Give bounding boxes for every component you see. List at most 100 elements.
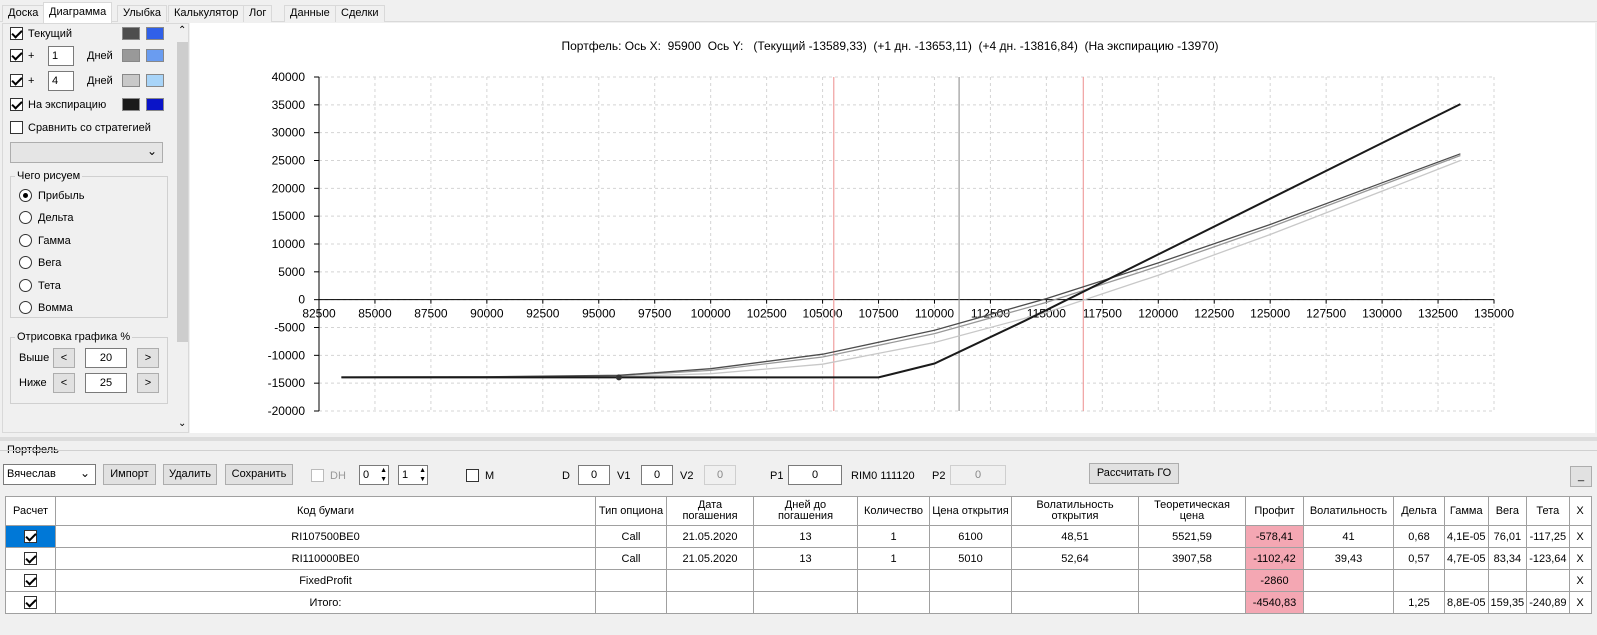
col-header-delta[interactable]: Дельта: [1393, 496, 1445, 526]
table-row[interactable]: RI107500BE0 Call 21.05.2020 13 1 6100 48,51 552…: [5, 525, 1592, 548]
col-header-theo-price[interactable]: Теоретическая цена: [1138, 496, 1246, 526]
series-plus1-color-1[interactable]: [122, 49, 140, 62]
col-header-date[interactable]: Дата погашения: [666, 496, 754, 526]
dh-checkbox[interactable]: [311, 469, 324, 482]
p2-input[interactable]: 0: [950, 465, 1006, 485]
cell-type: Call: [595, 547, 667, 570]
tab-diagram[interactable]: Диаграмма: [43, 2, 113, 23]
radio-theta[interactable]: [19, 279, 32, 292]
series-expiration-color-1[interactable]: [122, 98, 140, 111]
col-header-code[interactable]: Код бумаги: [55, 496, 596, 526]
tab-deals[interactable]: Сделки: [335, 5, 385, 22]
cell-calc[interactable]: [5, 547, 56, 570]
col-header-theta[interactable]: Тета: [1526, 496, 1570, 526]
col-header-calc[interactable]: Расчет: [5, 496, 56, 526]
radio-theta-label: Тета: [38, 280, 61, 292]
left-panel-scrollbar[interactable]: ⌃ ⌄: [175, 24, 188, 432]
calc-checkbox[interactable]: [24, 596, 37, 609]
cell-x[interactable]: X: [1568, 547, 1592, 570]
scroll-down-icon[interactable]: ⌄: [178, 418, 186, 429]
spin-arrows-icon[interactable]: ▲ ▼: [419, 466, 426, 484]
cell-calc[interactable]: [5, 569, 56, 592]
col-header-vega[interactable]: Вега: [1487, 496, 1528, 526]
series-plus4-days-input[interactable]: 4: [48, 71, 74, 91]
cell-x[interactable]: X: [1568, 525, 1592, 548]
y-tick-label: 20000: [272, 181, 306, 195]
compare-strategy-checkbox[interactable]: [10, 121, 23, 134]
below-value-input[interactable]: 25: [85, 373, 127, 393]
table-row[interactable]: Итого: -4540,83 1,25 8,8E-05 159,35 -240,89 X: [5, 591, 1592, 614]
series-expiration-color-2[interactable]: [146, 98, 164, 111]
radio-vomma[interactable]: [19, 301, 32, 314]
delete-button[interactable]: Удалить: [163, 464, 217, 485]
m-checkbox[interactable]: [466, 469, 479, 482]
d-input[interactable]: 0: [578, 465, 610, 485]
series-plus4-color-1[interactable]: [122, 74, 140, 87]
scrollbar-thumb[interactable]: [177, 42, 188, 342]
dh-spin-1[interactable]: 0 ▲ ▼: [359, 465, 389, 485]
series-current-checkbox[interactable]: [10, 27, 23, 40]
v1-input[interactable]: 0: [641, 465, 673, 485]
below-decrease-button[interactable]: <: [53, 373, 75, 393]
above-value-input[interactable]: 20: [85, 348, 127, 368]
radio-gamma-label: Гамма: [38, 235, 71, 247]
dh-spin-2[interactable]: 1 ▲ ▼: [398, 465, 428, 485]
tab-board[interactable]: Доска: [2, 5, 45, 22]
col-header-gamma[interactable]: Гамма: [1444, 496, 1489, 526]
col-header-days[interactable]: Дней до погашения: [753, 496, 858, 526]
strategy-dropdown[interactable]: ⌄: [10, 142, 163, 163]
tab-data[interactable]: Данные: [284, 5, 336, 22]
radio-profit[interactable]: [19, 189, 32, 202]
col-header-open-vol[interactable]: Волатильность открытия: [1011, 496, 1139, 526]
minimize-button[interactable]: _: [1570, 466, 1592, 487]
tab-log[interactable]: Лог: [243, 5, 273, 22]
series-current-color-2[interactable]: [146, 27, 164, 40]
radio-gamma[interactable]: [19, 234, 32, 247]
series-plus4-color-2[interactable]: [146, 74, 164, 87]
col-header-qty[interactable]: Количество: [857, 496, 930, 526]
x-tick-label: 115000: [1027, 307, 1066, 321]
series-plus1-color-2[interactable]: [146, 49, 164, 62]
col-header-vol[interactable]: Волатильность: [1303, 496, 1394, 526]
v2-input[interactable]: 0: [704, 465, 736, 485]
tab-smile[interactable]: Улыбка: [117, 5, 168, 22]
series-expiration-checkbox[interactable]: [10, 98, 23, 111]
cell-x[interactable]: X: [1568, 569, 1592, 592]
table-row[interactable]: RI110000BE0 Call 21.05.2020 13 1 5010 52,64 390…: [5, 547, 1592, 570]
cell-date: [666, 591, 754, 614]
above-decrease-button[interactable]: <: [53, 348, 75, 368]
calc-margin-button[interactable]: Рассчитать ГО: [1089, 463, 1179, 484]
above-increase-button[interactable]: >: [137, 348, 159, 368]
series-plus1-checkbox[interactable]: [10, 49, 23, 62]
radio-vega[interactable]: [19, 256, 32, 269]
series-plus4-checkbox[interactable]: [10, 74, 23, 87]
col-header-open-price[interactable]: Цена открытия: [929, 496, 1012, 526]
below-increase-button[interactable]: >: [137, 373, 159, 393]
portfolio-divider: [0, 450, 1597, 451]
calc-checkbox[interactable]: [24, 530, 37, 543]
x-tick-label: 97500: [638, 307, 672, 321]
calc-checkbox[interactable]: [24, 574, 37, 587]
scroll-up-icon[interactable]: ⌃: [178, 25, 186, 36]
table-row[interactable]: FixedProfit -2860 X: [5, 569, 1592, 592]
import-button[interactable]: Импорт: [103, 464, 156, 485]
p1-input[interactable]: 0: [788, 465, 842, 485]
splitter[interactable]: [0, 437, 1597, 441]
series-plus1-days-input[interactable]: 1: [48, 46, 74, 66]
cell-theta: [1526, 569, 1570, 592]
calc-checkbox[interactable]: [24, 552, 37, 565]
cell-calc[interactable]: [5, 525, 56, 548]
user-dropdown[interactable]: Вячеслав ⌄: [3, 464, 96, 485]
save-button[interactable]: Сохранить: [225, 464, 293, 485]
cell-calc[interactable]: [5, 591, 56, 614]
col-header-type[interactable]: Тип опциона: [595, 496, 667, 526]
col-header-x[interactable]: X: [1568, 496, 1592, 526]
tab-calculator[interactable]: Калькулятор: [168, 5, 245, 22]
spin-arrows-icon[interactable]: ▲ ▼: [380, 466, 387, 484]
radio-delta[interactable]: [19, 211, 32, 224]
what-to-draw-title: Чего рисуем: [15, 170, 83, 182]
y-tick-label: 0: [298, 293, 305, 307]
cell-x[interactable]: X: [1568, 591, 1592, 614]
col-header-profit[interactable]: Профит: [1245, 496, 1304, 526]
series-current-color-1[interactable]: [122, 27, 140, 40]
